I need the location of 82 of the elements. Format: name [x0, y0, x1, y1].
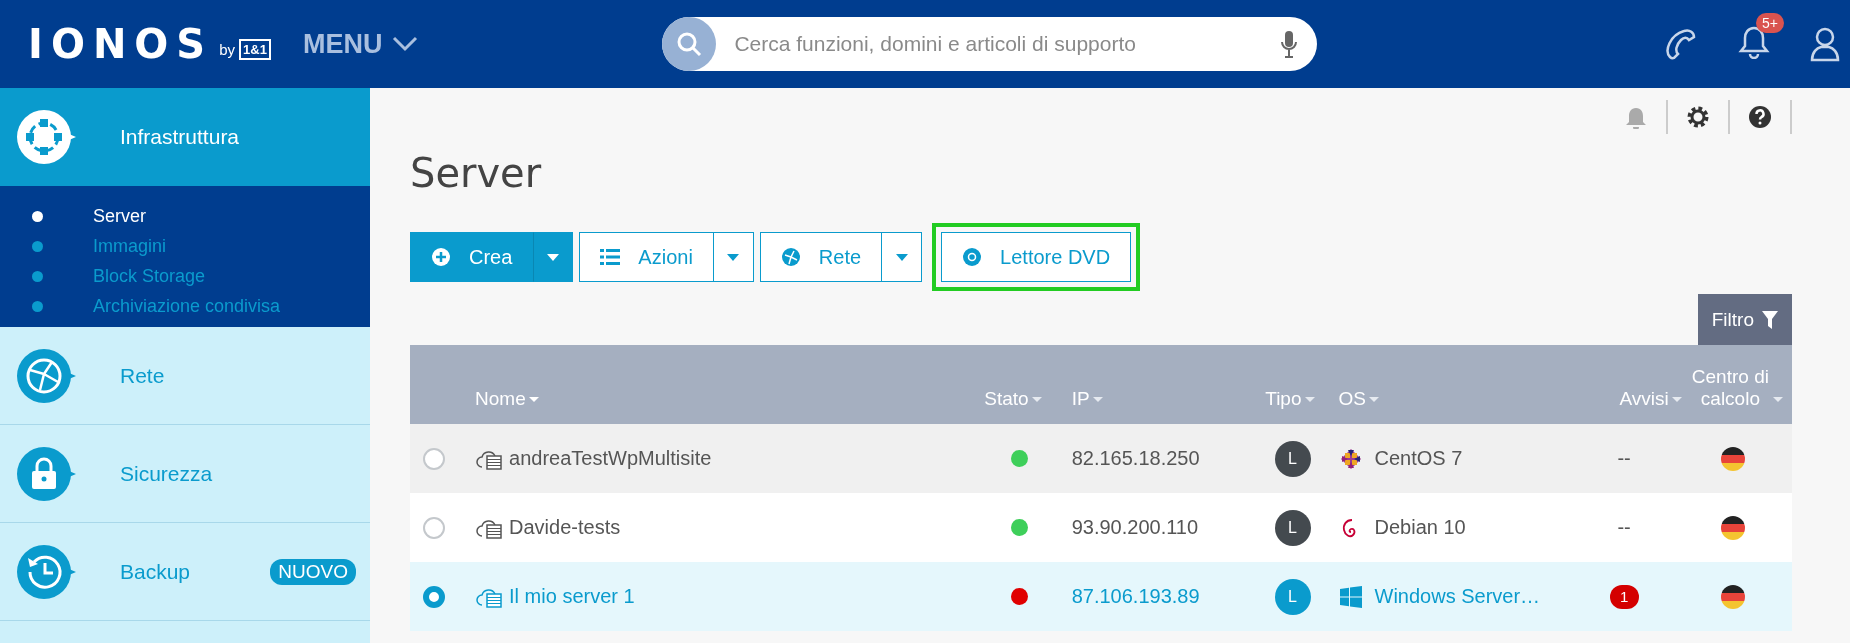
os-name: Debian 10: [1374, 516, 1466, 539]
sort-caret-icon[interactable]: [528, 397, 539, 402]
funnel-icon: [1762, 310, 1778, 329]
user-icon[interactable]: [1810, 26, 1840, 62]
globe-icon: [780, 247, 801, 267]
alert-count: --: [1617, 516, 1631, 538]
os-name: Windows Server…: [1374, 585, 1541, 608]
sort-caret-icon[interactable]: [1671, 397, 1682, 402]
logo-text[interactable]: IONOS: [28, 21, 214, 67]
alert-count: --: [1617, 447, 1631, 469]
submenu-item[interactable]: Archiviazione condivisa: [0, 296, 370, 317]
server-name[interactable]: andreaTestWpMultisite: [509, 447, 712, 470]
caret-down-icon: [727, 253, 740, 261]
sort-caret-icon[interactable]: [1092, 397, 1103, 402]
flag-icon: [1719, 514, 1746, 541]
create-button[interactable]: Crea: [410, 232, 534, 282]
notification-badge: 5+: [1756, 13, 1784, 33]
dropdown-button[interactable]: [533, 232, 574, 282]
alert-count-badge: 1: [1609, 585, 1639, 609]
caret-down-icon: [895, 253, 908, 261]
sidebar-item[interactable]: Rete: [0, 327, 370, 425]
dropdown-button[interactable]: [882, 232, 923, 282]
page-title: Server: [410, 150, 543, 196]
plus-circle-icon: [431, 247, 451, 267]
type-badge: L: [1274, 578, 1311, 615]
ip-address: 82.165.18.250: [1071, 447, 1200, 469]
sidebar-item[interactable]: Backup NUOVO: [0, 523, 370, 621]
server-name[interactable]: Davide-tests: [509, 516, 621, 539]
ip-address: 87.106.193.89: [1071, 585, 1200, 607]
radio-button[interactable]: [423, 447, 445, 470]
flag-icon: [1719, 445, 1746, 472]
toolbar-button[interactable]: Lettore DVD: [941, 232, 1132, 282]
windows-grid-icon: [1338, 584, 1363, 609]
radio-button[interactable]: [423, 516, 445, 539]
split-button[interactable]: Azioni: [579, 232, 754, 282]
ip-address: 93.90.200.110: [1071, 516, 1199, 538]
sort-caret-icon[interactable]: [1304, 397, 1315, 402]
settings-icon[interactable]: [1686, 105, 1710, 129]
column-header[interactable]: Avvisi: [1619, 388, 1669, 410]
sort-caret-icon[interactable]: [1031, 397, 1042, 402]
list-icon: [600, 247, 621, 267]
dropdown-button[interactable]: [713, 232, 754, 282]
logo-by-text: by: [219, 40, 236, 58]
menu-button[interactable]: MENU: [296, 27, 425, 61]
disc-icon: [962, 247, 983, 267]
radio-button[interactable]: [423, 585, 445, 608]
brand-logo: 1&1: [239, 38, 271, 60]
help-icon[interactable]: [1748, 105, 1772, 129]
filter-button[interactable]: Filtro: [1697, 294, 1792, 345]
new-badge: NUOVO: [270, 558, 356, 585]
sort-caret-icon[interactable]: [1368, 397, 1379, 402]
microphone-icon[interactable]: [1281, 30, 1298, 58]
chevron-down-icon: [392, 36, 419, 52]
column-header[interactable]: IP: [1071, 388, 1090, 410]
submenu-item[interactable]: Server: [0, 206, 370, 227]
type-badge: L: [1274, 440, 1311, 477]
sidebar-item[interactable]: Sicurezza: [0, 425, 370, 523]
toolbar-button[interactable]: Rete: [759, 232, 883, 282]
server-name[interactable]: Il mio server 1: [509, 585, 635, 608]
caret-down-icon: [547, 253, 560, 261]
table-row[interactable]: andreaTestWpMultisite 82.165.18.250 L CentOS 7 --: [410, 424, 1792, 493]
submenu-item[interactable]: Block Storage: [0, 266, 370, 287]
search-button[interactable]: [662, 17, 717, 71]
toolbar-button[interactable]: Azioni: [579, 232, 714, 282]
os-name: CentOS 7: [1374, 447, 1463, 470]
column-header[interactable]: Tipo: [1265, 388, 1302, 410]
search-icon: [676, 31, 703, 57]
column-header[interactable]: OS: [1338, 388, 1366, 410]
search-input[interactable]: Cerca funzioni, domini e articoli di supporto: [716, 31, 1282, 57]
column-header[interactable]: Stato: [984, 388, 1029, 410]
split-button[interactable]: Rete: [759, 232, 923, 282]
sort-caret-icon[interactable]: [1773, 397, 1784, 402]
column-header[interactable]: Nome: [475, 388, 526, 410]
search-field[interactable]: Cerca funzioni, domini e articoli di supporto: [662, 17, 1318, 71]
type-badge: L: [1274, 509, 1311, 546]
submenu-item[interactable]: Immagini: [0, 236, 370, 257]
sidebar-item[interactable]: Infrastruttura: [0, 88, 370, 186]
flag-icon: [1719, 583, 1746, 610]
network-nodes-icon: [14, 107, 78, 167]
split-button[interactable]: Crea: [410, 232, 574, 282]
phone-icon[interactable]: [1664, 27, 1698, 61]
table-row[interactable]: Davide-tests 93.90.200.110 L Debian 10 --: [410, 493, 1792, 562]
